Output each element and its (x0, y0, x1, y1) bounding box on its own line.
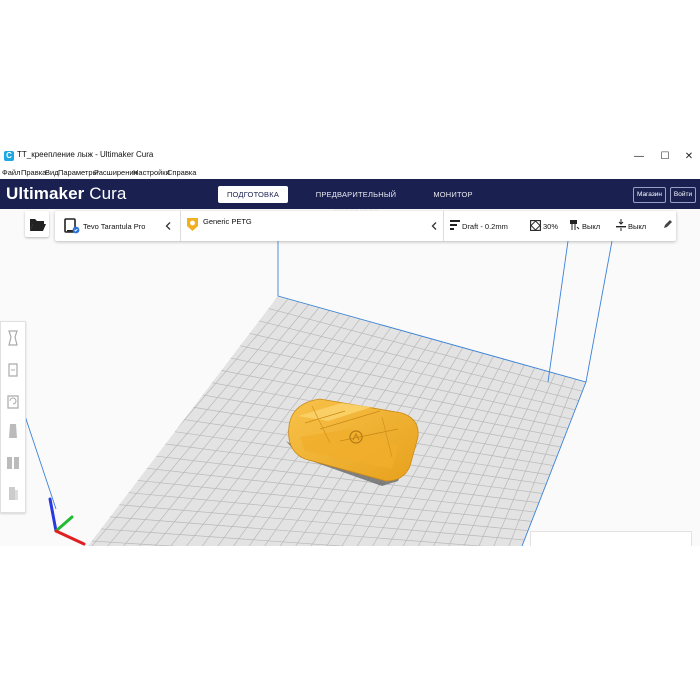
cura-window: C ТТ_креепление лыж - Ultimaker Cura — ☐… (0, 148, 700, 546)
app-brand: Ultimaker Cura (6, 184, 127, 203)
per-model-settings-icon[interactable] (3, 449, 23, 475)
profile-name: Draft - 0.2mm (462, 222, 508, 231)
printer-icon (64, 218, 80, 234)
printer-selector[interactable]: Tevo Tarantula Pro (55, 211, 180, 241)
material-name: Generic PETG (203, 217, 252, 226)
tab-preview[interactable]: ПРЕДВАРИТЕЛЬНЫЙ ПРОСМОТР (296, 186, 416, 216)
menu-help[interactable]: Справка (167, 168, 196, 177)
adhesion-value: Выкл (628, 222, 647, 231)
scale-icon[interactable] (3, 356, 23, 382)
material-selector[interactable]: Generic PETG (181, 211, 443, 241)
menu-edit[interactable]: Правка (21, 168, 46, 177)
3d-viewport[interactable] (0, 241, 700, 546)
adhesion-icon (616, 219, 626, 231)
material-spool-icon (187, 218, 198, 231)
folder-open-icon (30, 219, 46, 231)
object-list-panel[interactable] (530, 531, 692, 546)
tab-prepare[interactable]: ПОДГОТОВКА (218, 186, 288, 203)
chevron-left-icon[interactable] (165, 222, 171, 230)
title-bar: C ТТ_креепление лыж - Ultimaker Cura — ☐… (0, 148, 700, 166)
printer-name: Tevo Tarantula Pro (83, 222, 146, 231)
mirror-icon[interactable] (3, 418, 23, 444)
tab-monitor[interactable]: МОНИТОР (428, 186, 478, 203)
open-file-button[interactable] (25, 211, 49, 237)
move-icon[interactable] (3, 325, 23, 351)
support-icon (570, 220, 580, 230)
menu-settings[interactable]: Параметры (58, 168, 98, 177)
profile-layers-icon (450, 220, 460, 230)
menu-bar: Файл Правка Вид Параметры Расширения Нас… (0, 166, 700, 179)
chevron-left-icon[interactable] (431, 222, 437, 230)
menu-view[interactable]: Вид (45, 168, 59, 177)
build-plate-scene (23, 241, 613, 546)
marketplace-button[interactable]: Магазин (633, 187, 666, 203)
print-setup-bar: Tevo Tarantula Pro Generic PETG Draft - … (55, 211, 676, 241)
menu-file[interactable]: Файл (2, 168, 20, 177)
menu-extensions[interactable]: Расширения (94, 168, 138, 177)
app-header: Ultimaker Cura ПОДГОТОВКА ПРЕДВАРИТЕЛЬНЫ… (0, 179, 700, 216)
infill-icon (530, 220, 541, 231)
transform-toolbar (0, 321, 26, 513)
pencil-icon[interactable] (663, 220, 672, 229)
menu-preferences[interactable]: Настройки (133, 168, 170, 177)
infill-value: 30% (543, 222, 559, 231)
close-button[interactable]: ✕ (678, 148, 700, 166)
print-settings-panel[interactable]: Draft - 0.2mm 30% Выкл Выкл (444, 211, 676, 241)
support-value: Выкл (582, 222, 601, 231)
login-button[interactable]: Войти (670, 187, 696, 203)
support-blocker-icon[interactable] (3, 480, 23, 506)
maximize-button[interactable]: ☐ (654, 148, 676, 166)
rotate-icon[interactable] (3, 387, 23, 413)
window-title: ТТ_креепление лыж - Ultimaker Cura (17, 150, 154, 159)
minimize-button[interactable]: — (628, 148, 650, 166)
cura-logo-icon: C (4, 151, 14, 161)
